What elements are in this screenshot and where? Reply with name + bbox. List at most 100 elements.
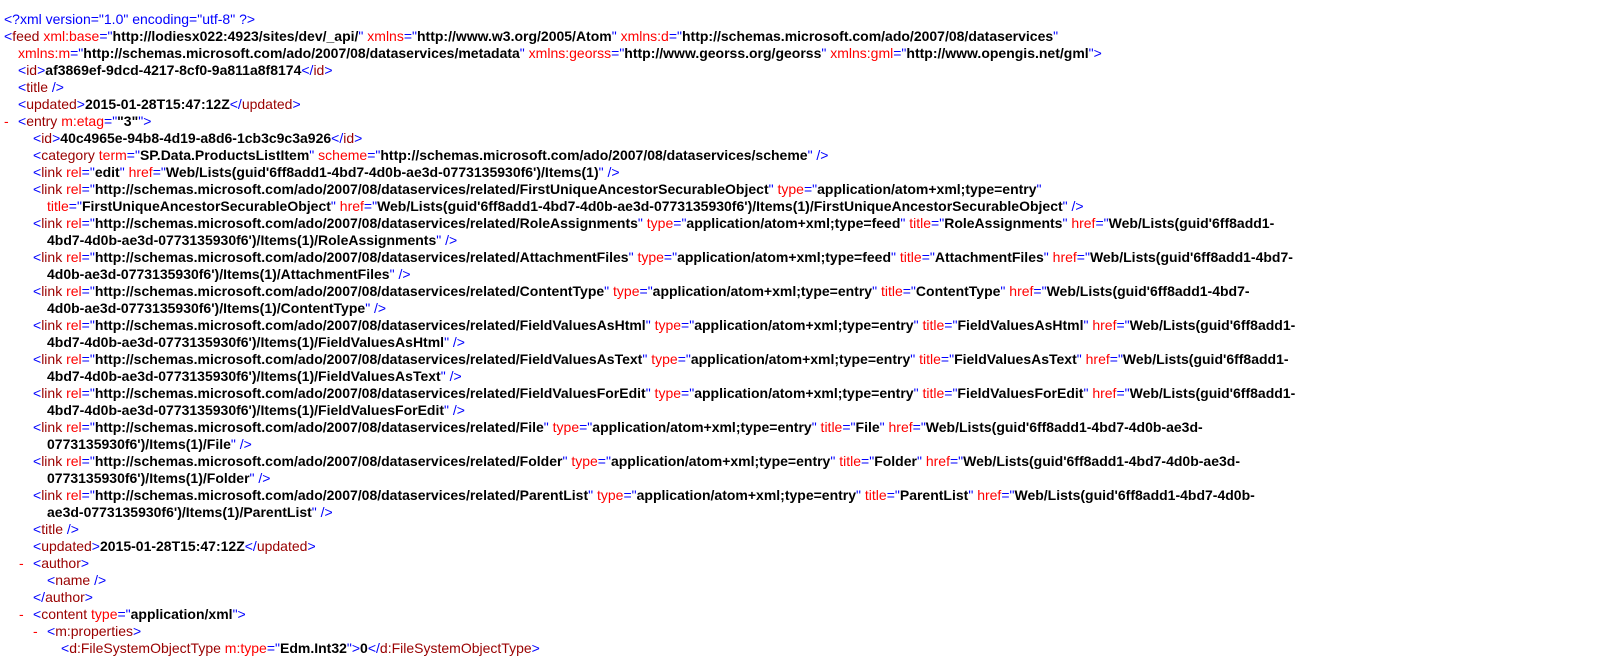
xml-line: 0773135930f6')/Items(1)/File" />	[4, 436, 1596, 453]
element-name: author	[41, 555, 81, 571]
attribute-value: application/atom+xml;type=feed	[686, 215, 901, 231]
markup-delimiter: ="	[639, 283, 653, 299]
attribute-name: rel	[62, 453, 82, 469]
element-name: updated	[26, 96, 77, 112]
markup-delimiter: <	[18, 79, 27, 95]
attribute-name: rel	[62, 351, 82, 367]
markup-delimiter: ="	[597, 453, 611, 469]
markup-delimiter: >	[80, 555, 90, 571]
attribute-name: href	[335, 198, 364, 214]
xml-line: <title />	[4, 521, 1596, 538]
markup-delimiter: ="	[403, 28, 417, 44]
markup-delimiter: <	[33, 385, 42, 401]
collapse-toggle-icon[interactable]: -	[33, 623, 47, 640]
attribute-name: href	[1081, 351, 1110, 367]
element-name: link	[41, 419, 63, 435]
attribute-value: Web/Lists(guid'6ff8add1-4bd7-4d0b-ae3d-0…	[377, 198, 1063, 214]
attribute-name: type	[87, 606, 118, 622]
attribute-value: Web/Lists(guid'6ff8add1-	[1129, 317, 1296, 333]
attribute-value: http://schemas.microsoft.com/ado/2007/08…	[94, 181, 769, 197]
attribute-value: application/atom+xml;type=entry	[694, 385, 914, 401]
attribute-name: title	[861, 487, 887, 503]
markup-delimiter: "	[1036, 181, 1042, 197]
attribute-value: Web/Lists(guid'6ff8add1-4bd7-	[1046, 283, 1250, 299]
markup-delimiter: ="	[931, 215, 945, 231]
markup-delimiter: ="	[81, 317, 95, 333]
markup-delimiter: " />	[444, 334, 465, 350]
markup-delimiter: ="	[1116, 385, 1130, 401]
element-name: title	[41, 521, 63, 537]
xml-line: 4bd7-4d0b-ae3d-0773135930f6')/Items(1)/F…	[4, 334, 1596, 351]
text-node: 0	[360, 640, 368, 656]
collapse-toggle-icon[interactable]: -	[19, 555, 33, 572]
markup-delimiter: ="	[886, 487, 900, 503]
collapse-toggle-icon[interactable]: -	[4, 113, 18, 130]
attribute-value: http://www.georss.org/georss	[624, 45, 822, 61]
attribute-value: 4bd7-4d0b-ae3d-0773135930f6')/Items(1)/F…	[47, 368, 441, 384]
markup-delimiter: >	[324, 62, 333, 78]
attribute-name: type	[642, 215, 674, 231]
attribute-value: edit	[94, 164, 120, 180]
attribute-value: application/atom+xml;type=entry	[694, 317, 914, 333]
xml-line: <link rel="http://schemas.microsoft.com/…	[4, 283, 1596, 300]
element-name: link	[41, 351, 63, 367]
attribute-name: rel	[62, 215, 82, 231]
attribute-value: 4bd7-4d0b-ae3d-0773135930f6')/Items(1)/F…	[47, 334, 445, 350]
markup-delimiter: ="	[944, 317, 958, 333]
markup-delimiter: ="	[681, 317, 695, 333]
attribute-value: 4bd7-4d0b-ae3d-0773135930f6')/Items(1)/R…	[47, 232, 437, 248]
attribute-value: http://schemas.microsoft.com/ado/2007/08…	[380, 147, 808, 163]
markup-delimiter: <	[33, 538, 42, 554]
xml-line: - <entry m:etag=""3"">	[4, 113, 1596, 130]
attribute-value: FirstUniqueAncestorSecurableObject	[81, 198, 331, 214]
collapse-toggle-icon[interactable]: -	[19, 606, 33, 623]
markup-delimiter: ="	[81, 351, 95, 367]
xml-line: <link rel="http://schemas.microsoft.com/…	[4, 419, 1596, 436]
xml-line: <?xml version="1.0" encoding="utf-8" ?>	[4, 11, 1596, 28]
markup-delimiter: <	[18, 96, 27, 112]
attribute-value: 4d0b-ae3d-0773135930f6')/Items(1)/Conten…	[47, 300, 366, 316]
markup-delimiter: ="	[81, 385, 95, 401]
attribute-value: http://schemas.microsoft.com/ado/2007/08…	[94, 249, 629, 265]
element-name: updated	[256, 538, 308, 554]
attribute-value: Edm.Int32	[279, 640, 347, 656]
element-name: d:FileSystemObjectType	[379, 640, 532, 656]
attribute-value: Web/Lists(guid'6ff8add1-	[1129, 385, 1296, 401]
markup-delimiter: ="	[99, 28, 113, 44]
attribute-name: title	[47, 198, 69, 214]
attribute-name: rel	[62, 487, 82, 503]
attribute-value: http://schemas.microsoft.com/ado/2007/08…	[94, 487, 589, 503]
markup-delimiter: ="	[1076, 249, 1090, 265]
attribute-name: type	[609, 283, 640, 299]
attribute-name: rel	[62, 181, 82, 197]
attribute-value: FieldValuesForEdit	[957, 385, 1084, 401]
markup-delimiter: " />	[807, 147, 829, 163]
attribute-value: Web/Lists(guid'6ff8add1-4bd7-4d0b-ae3d-	[925, 419, 1203, 435]
attribute-name: m:type	[220, 640, 267, 656]
xml-line: <feed xml:base="http://lodiesx022:4923/s…	[4, 28, 1596, 45]
attribute-name: type	[650, 385, 682, 401]
markup-delimiter: ="	[1001, 487, 1015, 503]
markup-delimiter: " />	[440, 368, 462, 384]
xml-line: 4d0b-ae3d-0773135930f6')/Items(1)/Attach…	[4, 266, 1596, 283]
attribute-value: FieldValuesAsHtml	[957, 317, 1084, 333]
markup-delimiter: <	[47, 623, 56, 639]
xml-line: <link rel="http://schemas.microsoft.com/…	[4, 317, 1596, 334]
attribute-value: http://www.w3.org/2005/Atom	[417, 28, 612, 44]
attribute-value: Web/Lists(guid'6ff8add1-4bd7-4d0b-	[1014, 487, 1255, 503]
attribute-name: type	[647, 351, 678, 367]
attribute-value: http://schemas.microsoft.com/ado/2007/08…	[94, 215, 638, 231]
attribute-name: type	[567, 453, 598, 469]
xml-line: <link rel="http://schemas.microsoft.com/…	[4, 215, 1596, 232]
markup-delimiter: <	[33, 181, 42, 197]
markup-delimiter: >	[354, 130, 363, 146]
markup-delimiter: <	[33, 164, 42, 180]
xml-line: 4bd7-4d0b-ae3d-0773135930f6')/Items(1)/F…	[4, 402, 1596, 419]
attribute-value: ContentType	[915, 283, 1001, 299]
attribute-value: http://www.opengis.net/gml	[906, 45, 1089, 61]
markup-delimiter: ="	[367, 147, 381, 163]
text-node: 2015-01-28T15:47:12Z	[84, 96, 230, 112]
attribute-name: title	[918, 385, 945, 401]
markup-delimiter: ">	[232, 606, 246, 622]
xml-line: <link rel="http://schemas.microsoft.com/…	[4, 351, 1596, 368]
